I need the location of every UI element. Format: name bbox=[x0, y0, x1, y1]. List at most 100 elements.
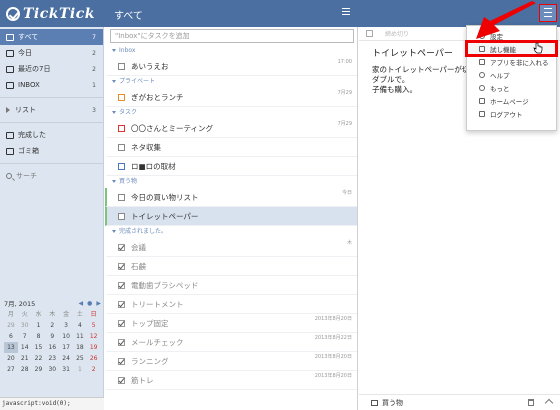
calendar-day[interactable]: 22 bbox=[32, 353, 46, 364]
today-dot-icon[interactable]: ● bbox=[87, 300, 92, 307]
calendar-day[interactable]: 28 bbox=[18, 364, 32, 375]
task-row[interactable]: メールチェック 2013年8月22日 bbox=[105, 333, 357, 352]
sidebar-search[interactable]: サーチ bbox=[0, 168, 103, 184]
detail-footer: 買う物 bbox=[359, 394, 560, 410]
task-row[interactable]: 今日の買い物リスト 今日 bbox=[105, 188, 357, 207]
task-checkbox[interactable] bbox=[118, 243, 125, 251]
calendar-day[interactable]: 11 bbox=[73, 331, 87, 342]
task-row[interactable]: あいうえお 17:00 bbox=[105, 57, 357, 76]
calendar-day[interactable]: 18 bbox=[73, 342, 87, 353]
calendar-day[interactable]: 23 bbox=[45, 353, 59, 364]
task-checkbox[interactable] bbox=[118, 124, 125, 132]
calendar-day[interactable]: 2 bbox=[87, 364, 101, 375]
calendar-day[interactable]: 29 bbox=[4, 320, 18, 331]
task-checkbox[interactable] bbox=[118, 193, 125, 201]
task-checkbox[interactable] bbox=[118, 319, 125, 327]
calendar-day[interactable]: 9 bbox=[45, 331, 59, 342]
calendar-day[interactable]: 24 bbox=[59, 353, 73, 364]
calendar-day[interactable]: 5 bbox=[87, 320, 101, 331]
task-title: ランニング bbox=[131, 356, 169, 366]
task-checkbox[interactable] bbox=[118, 212, 125, 220]
sidebar-item-today[interactable]: 今日 2 bbox=[0, 45, 103, 61]
group-header[interactable]: 買う物 bbox=[105, 176, 357, 188]
sidebar-item-next7[interactable]: 最近の7日 2 bbox=[0, 61, 103, 77]
task-row[interactable]: 〇〇さんとミーティング 7月29 bbox=[105, 119, 357, 138]
task-row[interactable]: トップ固定 2013年8月20日 bbox=[105, 314, 357, 333]
calendar-day[interactable]: 6 bbox=[4, 331, 18, 342]
group-header[interactable]: プライベート bbox=[105, 76, 357, 88]
task-checkbox[interactable] bbox=[118, 143, 125, 151]
app-logo[interactable]: TickTick bbox=[6, 4, 95, 23]
calendar-day[interactable]: 20 bbox=[4, 353, 18, 364]
sidebar-item-inbox[interactable]: INBOX 1 bbox=[0, 77, 103, 93]
prev-month-icon[interactable]: ◀ bbox=[79, 300, 84, 307]
calendar-day[interactable]: 19 bbox=[87, 342, 101, 353]
calendar-day[interactable]: 21 bbox=[18, 353, 32, 364]
sidebar-item-all[interactable]: すべて 7 bbox=[0, 29, 103, 45]
calendar-day[interactable]: 1 bbox=[73, 364, 87, 375]
task-row[interactable]: 電動歯ブラシペッド bbox=[105, 276, 357, 295]
sidebar-item-completed[interactable]: 完成した bbox=[0, 127, 103, 143]
task-row[interactable]: 筋トレ 2013年8月20日 bbox=[105, 371, 357, 390]
task-checkbox[interactable] bbox=[118, 357, 125, 365]
calendar-day[interactable]: 16 bbox=[45, 342, 59, 353]
task-checkbox[interactable] bbox=[118, 281, 125, 289]
menu-item-get-app[interactable]: アプリを非に入れる bbox=[467, 55, 556, 68]
calendar-day[interactable]: 13 bbox=[4, 342, 18, 353]
task-checkbox[interactable] bbox=[118, 62, 125, 70]
item-count: 7 bbox=[92, 33, 96, 41]
menu-item-homepage[interactable]: ホームページ bbox=[467, 94, 556, 107]
calendar-day[interactable]: 30 bbox=[45, 364, 59, 375]
sidebar-item-trash[interactable]: ゴミ箱 bbox=[0, 143, 103, 159]
calendar-day[interactable]: 2 bbox=[45, 320, 59, 331]
task-notes[interactable]: 家のトイレットペーパーが切 ダブルで。 子備も購入。 bbox=[372, 65, 469, 95]
menu-button[interactable] bbox=[539, 4, 557, 22]
next-month-icon[interactable]: ▶ bbox=[96, 300, 101, 307]
calendar-day[interactable]: 1 bbox=[32, 320, 46, 331]
menu-item-help[interactable]: ヘルプ bbox=[467, 68, 556, 81]
calendar-day[interactable]: 17 bbox=[59, 342, 73, 353]
calendar-day[interactable]: 31 bbox=[59, 364, 73, 375]
task-row[interactable]: ぎがおとランチ 7月29 bbox=[105, 88, 357, 107]
menu-item-logout[interactable]: ログアウト bbox=[467, 107, 556, 120]
task-row[interactable]: 石鹸 bbox=[105, 257, 357, 276]
delete-icon[interactable] bbox=[528, 399, 534, 406]
calendar-day[interactable]: 25 bbox=[73, 353, 87, 364]
task-row[interactable]: トイレットペーパー bbox=[105, 207, 357, 226]
task-checkbox[interactable] bbox=[118, 338, 125, 346]
group-header[interactable]: タスク bbox=[105, 107, 357, 119]
calendar-day[interactable]: 26 bbox=[87, 353, 101, 364]
task-checkbox[interactable] bbox=[118, 93, 125, 101]
task-checkbox[interactable] bbox=[118, 376, 125, 384]
calendar-day[interactable]: 10 bbox=[59, 331, 73, 342]
calendar-day[interactable]: 4 bbox=[73, 320, 87, 331]
task-row[interactable]: トリートメント bbox=[105, 295, 357, 314]
calendar-day[interactable]: 8 bbox=[32, 331, 46, 342]
calendar-day[interactable]: 27 bbox=[4, 364, 18, 375]
task-row[interactable]: ネタ収集 bbox=[105, 138, 357, 157]
sidebar-item-lists[interactable]: リスト 3 bbox=[0, 102, 103, 118]
task-checkbox[interactable] bbox=[118, 300, 125, 308]
add-task-input[interactable]: "Inbox"にタスクを追加 bbox=[110, 29, 354, 43]
sort-icon[interactable] bbox=[342, 8, 350, 17]
task-checkbox[interactable] bbox=[118, 162, 125, 170]
complete-checkbox[interactable] bbox=[366, 30, 373, 37]
task-row[interactable]: ロ■ロの取材 bbox=[105, 157, 357, 176]
collapse-icon[interactable] bbox=[544, 398, 554, 408]
calendar-day[interactable]: 30 bbox=[18, 320, 32, 331]
calendar-day[interactable]: 7 bbox=[18, 331, 32, 342]
group-header[interactable]: 完成されました。 bbox=[105, 226, 357, 238]
calendar-day[interactable]: 3 bbox=[59, 320, 73, 331]
task-row[interactable]: 会議 木 bbox=[105, 238, 357, 257]
task-row[interactable]: ランニング 2013年8月20日 bbox=[105, 352, 357, 371]
due-date-button[interactable]: 締め切り bbox=[385, 29, 409, 38]
group-header[interactable]: Inbox bbox=[105, 45, 357, 57]
menu-item-more[interactable]: もっと bbox=[467, 81, 556, 94]
calendar-day[interactable]: 15 bbox=[32, 342, 46, 353]
calendar-day[interactable]: 14 bbox=[18, 342, 32, 353]
task-title[interactable]: トイレットペーパー bbox=[372, 46, 453, 59]
task-checkbox[interactable] bbox=[118, 262, 125, 270]
calendar-day[interactable]: 12 bbox=[87, 331, 101, 342]
calendar-day[interactable]: 29 bbox=[32, 364, 46, 375]
list-selector[interactable]: 買う物 bbox=[382, 398, 403, 408]
